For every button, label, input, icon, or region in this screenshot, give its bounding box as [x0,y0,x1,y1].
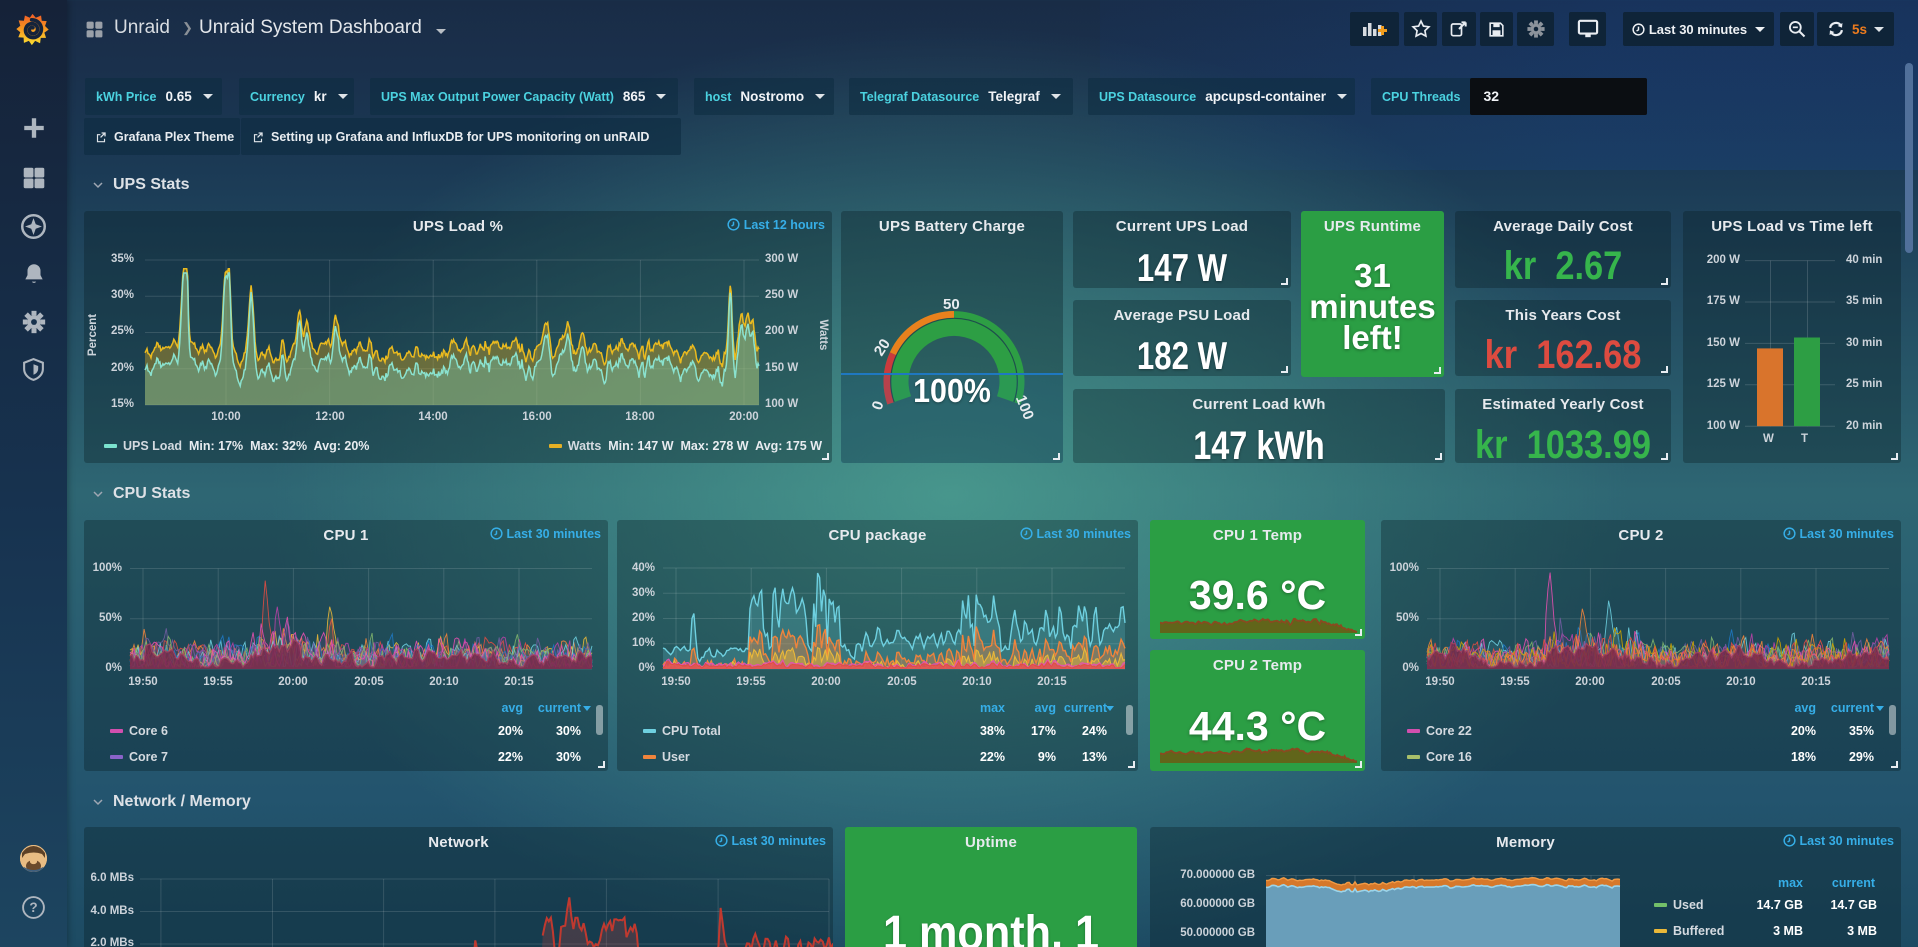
svg-text:?: ? [29,900,37,915]
